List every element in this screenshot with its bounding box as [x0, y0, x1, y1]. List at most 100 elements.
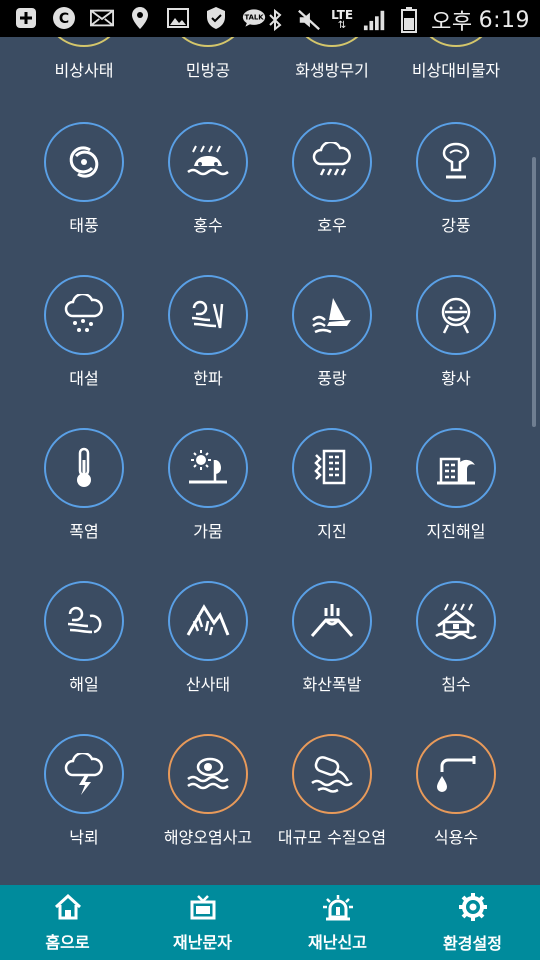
tv-icon [188, 893, 218, 925]
grid-item-label: 민방공 [185, 61, 231, 80]
emergency-icon [44, 37, 124, 47]
grid-item[interactable]: 민방공 [146, 37, 270, 81]
typhoon-icon [44, 122, 124, 202]
grid-item-label: 식용수 [433, 828, 479, 847]
water-pollution-icon [292, 734, 372, 814]
high-waves-icon [292, 275, 372, 355]
grid-item[interactable]: 산사태 [146, 581, 270, 695]
battery-icon [397, 7, 421, 33]
grid-item-label: 침수 [441, 675, 471, 694]
grid-item[interactable]: 지진해일 [394, 428, 518, 542]
civil-defense-icon [168, 37, 248, 47]
nav-home-label: 홈으로 [45, 932, 90, 952]
siren-icon [321, 893, 355, 925]
grid-item[interactable]: 침수 [394, 581, 518, 695]
grid-item-label: 한파 [193, 369, 223, 388]
cold-wave-icon [168, 275, 248, 355]
grid-item[interactable]: 비상대비물자 [394, 37, 518, 81]
nav-settings[interactable]: 환경설정 [405, 885, 540, 960]
status-ampm: 오후 [431, 10, 473, 35]
tsunami-icon [416, 428, 496, 508]
grid-item-label: 가뭄 [193, 522, 223, 541]
grid-item[interactable]: 풍랑 [270, 275, 394, 389]
mute-icon [297, 8, 321, 32]
grid-item-label: 호우 [317, 216, 347, 235]
grid-item-label: 태풍 [69, 216, 99, 235]
drought-icon [168, 428, 248, 508]
signal-icon [363, 8, 387, 32]
grid-item-label: 비상사태 [54, 61, 114, 80]
disaster-grid: 비상사태 민방공 화생방무기 비상대비물자 태풍 홍수 호우 강풍 대설 한파 … [0, 37, 540, 885]
flood-icon [168, 122, 248, 202]
grid-item[interactable]: 해일 [22, 581, 146, 695]
grid-item[interactable]: 화생방무기 [270, 37, 394, 81]
yellow-dust-icon [416, 275, 496, 355]
grid-item-label: 해일 [69, 675, 99, 694]
grid-item[interactable]: 지진 [270, 428, 394, 542]
drinking-water-icon [416, 734, 496, 814]
heavy-rain-icon [292, 122, 372, 202]
grid-item-label: 풍랑 [317, 369, 347, 388]
landslide-icon [168, 581, 248, 661]
system-status: LTE ⇅ 오후 6:19 [263, 4, 530, 36]
grid-item-label: 낙뢰 [69, 828, 99, 847]
status-bar: C TALK LTE ⇅ 오후 6:19 [0, 0, 540, 37]
nav-settings-label: 환경설정 [443, 933, 502, 953]
c-badge-icon: C [52, 6, 76, 30]
grid-item-label: 화생방무기 [295, 61, 369, 80]
mail-icon [90, 6, 114, 30]
grid-item-label: 폭염 [69, 522, 99, 541]
grid-item-label: 산사태 [185, 675, 231, 694]
inundation-icon [416, 581, 496, 661]
grid-item[interactable]: 식용수 [394, 734, 518, 848]
nav-disaster-report-label: 재난신고 [308, 932, 367, 952]
grid-item-label: 대설 [69, 369, 99, 388]
bottom-nav: 홈으로 재난문자 재난신고 환경설정 [0, 885, 540, 960]
grid-item[interactable]: 호우 [270, 122, 394, 236]
notification-icons: C TALK [14, 6, 266, 30]
grid-item[interactable]: 폭염 [22, 428, 146, 542]
grid-item-label: 지진 [317, 522, 347, 541]
grid-item-label: 화산폭발 [302, 675, 362, 694]
heavy-snow-icon [44, 275, 124, 355]
volcano-icon [292, 581, 372, 661]
nav-disaster-messages[interactable]: 재난문자 [135, 885, 270, 960]
grid-item-label: 지진해일 [426, 522, 486, 541]
grid-item-label: 대규모 수질오염 [277, 828, 387, 847]
grid-item-label: 홍수 [193, 216, 223, 235]
grid-item[interactable]: 낙뢰 [22, 734, 146, 848]
strong-wind-icon [416, 122, 496, 202]
status-time: 6:19 [478, 7, 530, 33]
grid-item[interactable]: 홍수 [146, 122, 270, 236]
grid-item[interactable]: 태풍 [22, 122, 146, 236]
grid-item[interactable]: 한파 [146, 275, 270, 389]
scrollbar[interactable] [532, 157, 536, 427]
grid-item[interactable]: 강풍 [394, 122, 518, 236]
gear-icon [458, 892, 488, 926]
storm-surge-icon [44, 581, 124, 661]
grid-item[interactable]: 대규모 수질오염 [270, 734, 394, 848]
shield-icon [204, 6, 228, 30]
nav-disaster-messages-label: 재난문자 [173, 932, 232, 952]
home-icon [53, 893, 83, 925]
grid-item[interactable]: 황사 [394, 275, 518, 389]
grid-item[interactable]: 해양오염사고 [146, 734, 270, 848]
marine-pollution-icon [168, 734, 248, 814]
cbr-weapons-icon [292, 37, 372, 47]
nav-disaster-report[interactable]: 재난신고 [270, 885, 405, 960]
plus-icon [14, 6, 38, 30]
lte-indicator: LTE ⇅ [331, 8, 354, 31]
grid-item[interactable]: 대설 [22, 275, 146, 389]
svg-text:C: C [59, 11, 69, 27]
grid-item[interactable]: 비상사태 [22, 37, 146, 81]
lightning-icon [44, 734, 124, 814]
svg-text:TALK: TALK [244, 14, 264, 22]
bluetooth-icon [263, 8, 287, 32]
nav-home[interactable]: 홈으로 [0, 885, 135, 960]
grid-item[interactable]: 가뭄 [146, 428, 270, 542]
grid-item-label: 해양오염사고 [163, 828, 253, 847]
grid-item-label: 황사 [441, 369, 471, 388]
emergency-supplies-icon [416, 37, 496, 47]
grid-item[interactable]: 화산폭발 [270, 581, 394, 695]
grid-item-label: 강풍 [441, 216, 471, 235]
